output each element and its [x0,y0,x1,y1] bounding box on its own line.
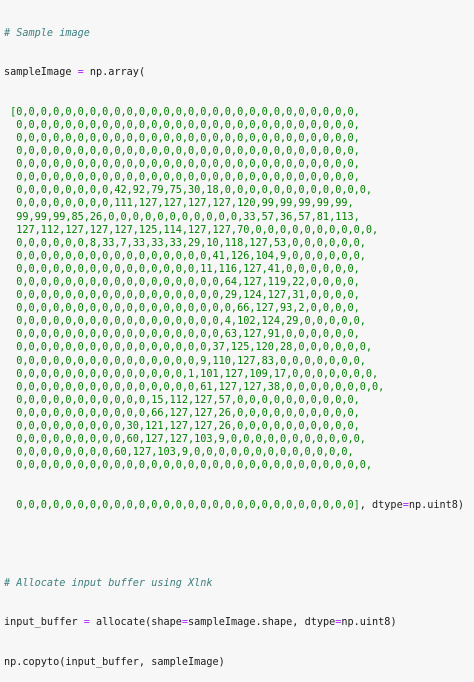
array-row: 0,0,0,0,0,0,0,0,0,0,0,0,0,0,0,0,0,0,66,1… [4,303,360,315]
array-row: 0,0,0,0,0,0,0,0,42,92,79,75,30,18,0,0,0,… [4,185,373,197]
array-row: 0,0,0,0,0,0,0,0,0,0,0,0,0,0,0,0,0,4,102,… [4,316,366,328]
array-row: 0,0,0,0,0,0,8,33,7,33,33,33,29,10,118,12… [4,237,366,249]
array-row: 0,0,0,0,0,0,0,0,0,0,0,0,0,0,0,0,0,29,124… [4,290,360,302]
array-row: 0,0,0,0,0,0,0,0,0,30,121,127,127,26,0,0,… [4,421,360,432]
array-declaration: sampleImage = np.array( [4,67,146,79]
comment-sample-image: # Sample image [4,28,90,40]
array-row: 0,0,0,0,0,0,0,0,0,0,0,0,0,0,0,0,0,64,127… [4,276,360,288]
array-row: 0,0,0,0,0,0,0,0,0,60,127,127,103,9,0,0,0… [4,434,366,446]
comment-allocate: # Allocate input buffer using Xlnk [4,578,213,590]
array-rows: [0,0,0,0,0,0,0,0,0,0,0,0,0,0,0,0,0,0,0,0… [4,106,474,473]
array-row: [0,0,0,0,0,0,0,0,0,0,0,0,0,0,0,0,0,0,0,0… [4,106,360,118]
array-row: 127,112,127,127,127,125,114,127,127,70,0… [4,224,379,236]
array-row: 0,0,0,0,0,0,0,0,0,0,0,15,112,127,57,0,0,… [4,394,360,406]
allocate-statement: input_buffer = allocate(shape=sampleImag… [4,617,397,629]
array-row: 0,0,0,0,0,0,0,0,0,0,0,0,0,0,0,0,37,125,1… [4,342,373,354]
array-row: 0,0,0,0,0,0,0,0,0,0,0,0,0,0,0,0,0,0,0,0,… [4,146,360,158]
copyto-statement: np.copyto(input_buffer, sampleImage) [4,656,225,668]
array-row: 0,0,0,0,0,0,0,0,0,0,0,0,0,0,0,0,0,0,0,0,… [4,172,360,184]
array-row: 0,0,0,0,0,0,0,0,0,0,0,0,0,0,0,0,0,0,0,0,… [4,159,360,171]
array-row: 0,0,0,0,0,0,0,0,0,0,0,0,0,0,1,101,127,10… [4,368,379,380]
array-row: 99,99,99,85,26,0,0,0,0,0,0,0,0,0,0,0,33,… [4,211,360,223]
array-row: 0,0,0,0,0,0,0,0,0,0,0,0,0,0,0,9,110,127,… [4,355,366,367]
code-cell[interactable]: # Sample image sampleImage = np.array( [… [0,0,474,667]
array-row: 0,0,0,0,0,0,0,0,60,127,103,9,0,0,0,0,0,0… [4,447,354,459]
array-row: 0,0,0,0,0,0,0,0,111,127,127,127,127,120,… [4,198,354,210]
array-row: 0,0,0,0,0,0,0,0,0,0,0,0,0,0,0,61,127,127… [4,381,385,393]
array-row: 0,0,0,0,0,0,0,0,0,0,0,0,0,0,0,0,0,0,0,0,… [4,460,373,472]
array-row: 0,0,0,0,0,0,0,0,0,0,0,0,0,0,0,11,116,127… [4,263,360,275]
array-row: 0,0,0,0,0,0,0,0,0,0,0,0,0,0,0,0,0,63,127… [4,329,360,341]
array-last-row: 0,0,0,0,0,0,0,0,0,0,0,0,0,0,0,0,0,0,0,0,… [4,499,465,511]
array-row: 0,0,0,0,0,0,0,0,0,0,0,66,127,127,26,0,0,… [4,407,360,419]
array-row: 0,0,0,0,0,0,0,0,0,0,0,0,0,0,0,0,41,126,1… [4,250,366,262]
array-row: 0,0,0,0,0,0,0,0,0,0,0,0,0,0,0,0,0,0,0,0,… [4,119,360,131]
array-row: 0,0,0,0,0,0,0,0,0,0,0,0,0,0,0,0,0,0,0,0,… [4,132,360,144]
